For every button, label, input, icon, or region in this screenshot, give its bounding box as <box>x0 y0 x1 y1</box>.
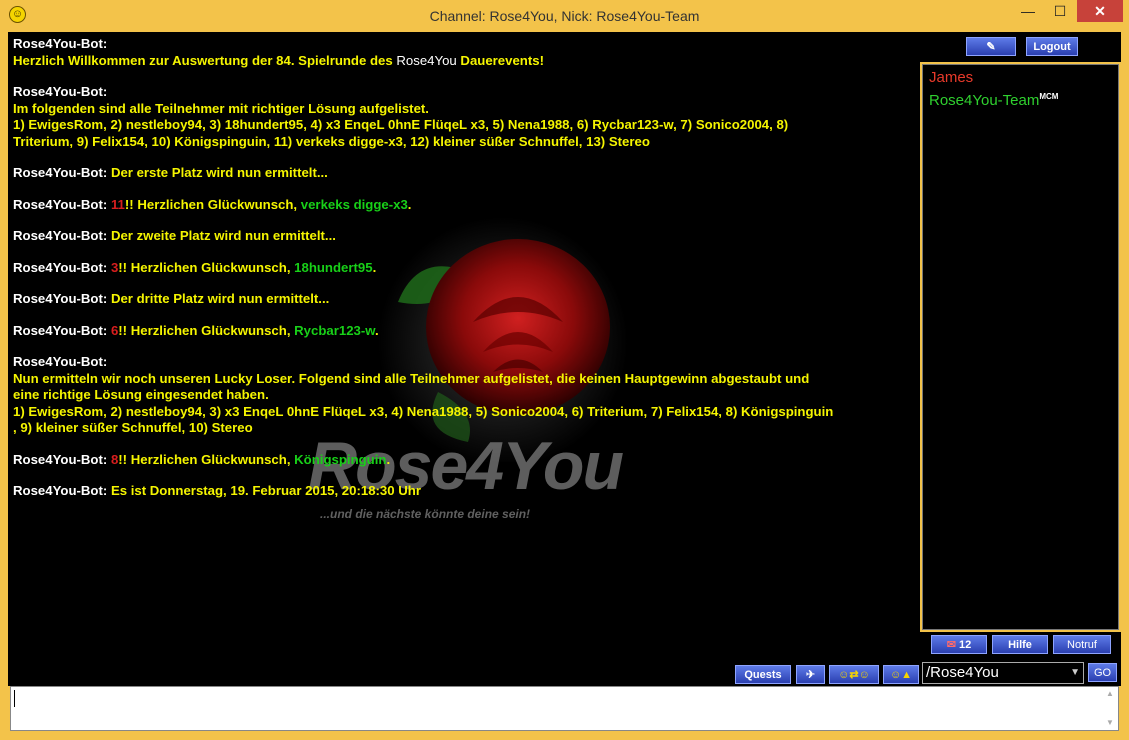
maximize-button[interactable]: ☐ <box>1045 0 1075 22</box>
message: Rose4You-Bot: 3!! Herzlichen Glückwunsch… <box>13 259 377 275</box>
message: Rose4You-Bot: Der erste Platz wird nun e… <box>13 165 918 182</box>
message-text: eine richtige Lösung eingesendet haben. <box>13 387 269 402</box>
window-title: Channel: Rose4You, Nick: Rose4You-Team <box>429 8 700 24</box>
scroll-up-icon[interactable]: ▲ <box>1106 689 1114 698</box>
scroll-down-icon[interactable]: ▼ <box>1106 718 1114 727</box>
message-sender: Rose4You-Bot: <box>13 483 111 498</box>
side-bottom-bar: ✉ 12 Hilfe Notruf /Rose4You ▼ GO <box>920 632 1121 686</box>
messages-button[interactable]: ✉ 12 <box>931 635 987 654</box>
help-button[interactable]: Hilfe <box>992 635 1048 654</box>
feather-pen-button[interactable]: ✎ <box>966 37 1016 56</box>
winner-name: Königspinguin <box>294 451 387 467</box>
message: Rose4You-Bot: Nun ermitteln wir noch uns… <box>13 354 918 437</box>
input-scrollbar[interactable]: ▲ ▼ <box>1102 687 1118 730</box>
message-text: 1) EwigesRom, 2) nestleboy94, 3) x3 Enqe… <box>13 403 834 419</box>
message-sender: Rose4You-Bot: <box>13 165 111 180</box>
message-text: Im folgenden sind alle Teilnehmer mit ri… <box>13 100 429 116</box>
minimize-button[interactable]: — <box>1013 0 1043 22</box>
smileys-exchange-button[interactable]: ☺⇄☺ <box>829 665 879 684</box>
message-sender: Rose4You-Bot: <box>13 322 111 338</box>
message-list: Rose4You-Bot: Herzlich Willkommen zur Au… <box>13 36 918 515</box>
quests-button[interactable]: Quests <box>735 665 791 684</box>
smiley-up-icon: ☺▲ <box>889 669 913 681</box>
message-sender: Rose4You-Bot: <box>13 451 111 467</box>
user-name: Rose4You-Team <box>929 92 1040 109</box>
message: Rose4You-Bot: 11!! Herzlichen Glückwunsc… <box>13 196 412 212</box>
emergency-button[interactable]: Notruf <box>1053 635 1111 654</box>
message-sender: Rose4You-Bot: <box>13 354 108 369</box>
message: Rose4You-Bot: Im folgenden sind alle Tei… <box>13 84 918 150</box>
message: Rose4You-Bot: Der dritte Platz wird nun … <box>13 291 918 308</box>
window-titlebar: ☺ Channel: Rose4You, Nick: Rose4You-Team… <box>0 0 1129 32</box>
smileys-exchange-icon: ☺⇄☺ <box>838 669 870 681</box>
message-text: Der zweite Platz wird nun ermittelt... <box>110 228 336 243</box>
message-sender: Rose4You-Bot: <box>13 228 111 243</box>
user-list-item[interactable]: Rose4You-TeamMCM <box>929 92 1058 109</box>
airplane-icon: ✈ <box>805 669 816 681</box>
message-sender: Rose4You-Bot: <box>13 36 108 51</box>
message: Rose4You-Bot: Es ist Donnerstag, 19. Feb… <box>13 483 918 500</box>
message: Rose4You-Bot: 6!! Herzlichen Glückwunsch… <box>13 322 379 338</box>
message-sender: Rose4You-Bot: <box>13 259 111 275</box>
user-list-item[interactable]: James <box>929 69 973 86</box>
message-text: Nun ermitteln wir noch unseren Lucky Los… <box>13 370 810 386</box>
side-top-bar: ✎ Logout <box>920 32 1121 62</box>
user-badge: MCM <box>1039 92 1059 101</box>
go-button[interactable]: GO <box>1088 663 1117 682</box>
message-text: Der dritte Platz wird nun ermittelt... <box>110 291 330 306</box>
chevron-down-icon: ▼ <box>1070 667 1080 678</box>
message: Rose4You-Bot: 8!! Herzlichen Glückwunsch… <box>13 451 391 467</box>
message-text: 1) EwigesRom, 2) nestleboy94, 3) 18hunde… <box>13 117 789 132</box>
message-sender: Rose4You-Bot: <box>13 291 111 306</box>
envelope-icon: ✉ <box>946 639 956 651</box>
close-button[interactable]: ✕ <box>1077 0 1123 22</box>
chat-area[interactable]: Rose4You ...und die nächste könnte deine… <box>8 32 920 686</box>
message-text: Es ist Donnerstag, 19. Februar 2015, 20:… <box>110 483 421 498</box>
message-text: Der erste Platz wird nun ermittelt... <box>110 165 328 180</box>
text-caret <box>14 690 15 707</box>
message-sender: Rose4You-Bot: <box>13 84 108 99</box>
messages-count: 12 <box>959 639 972 651</box>
logout-button[interactable]: Logout <box>1026 37 1078 56</box>
message: Rose4You-Bot: Herzlich Willkommen zur Au… <box>13 36 918 69</box>
message-text: Triterium, 9) Felix154, 10) Königspingui… <box>13 133 650 149</box>
feather-pen-icon: ✎ <box>986 41 996 53</box>
message-input[interactable]: ▲ ▼ <box>10 686 1119 731</box>
winner-name: 18hundert95 <box>294 259 373 275</box>
airplane-button[interactable]: ✈ <box>796 665 825 684</box>
message-text: Herzlich Willkommen zur Auswertung der 8… <box>13 52 544 68</box>
message-text: , 9) kleiner süßer Schnuffel, 10) Stereo <box>13 420 253 435</box>
brand-name: Rose4You <box>396 52 457 68</box>
winning-number: 11 <box>110 196 125 212</box>
channel-select[interactable]: /Rose4You ▼ <box>922 662 1084 684</box>
winner-name: verkeks digge-x3 <box>300 196 408 212</box>
side-panel: ✎ Logout James Rose4You-TeamMCM ✉ 12 Hil… <box>920 32 1121 686</box>
channel-select-value: /Rose4You <box>926 664 999 681</box>
message: Rose4You-Bot: Der zweite Platz wird nun … <box>13 228 918 245</box>
winner-name: Rycbar123-w <box>294 322 376 338</box>
user-list[interactable]: James Rose4You-TeamMCM <box>922 64 1119 630</box>
message-sender: Rose4You-Bot: <box>13 196 111 212</box>
smiley-up-button[interactable]: ☺▲ <box>883 665 919 684</box>
